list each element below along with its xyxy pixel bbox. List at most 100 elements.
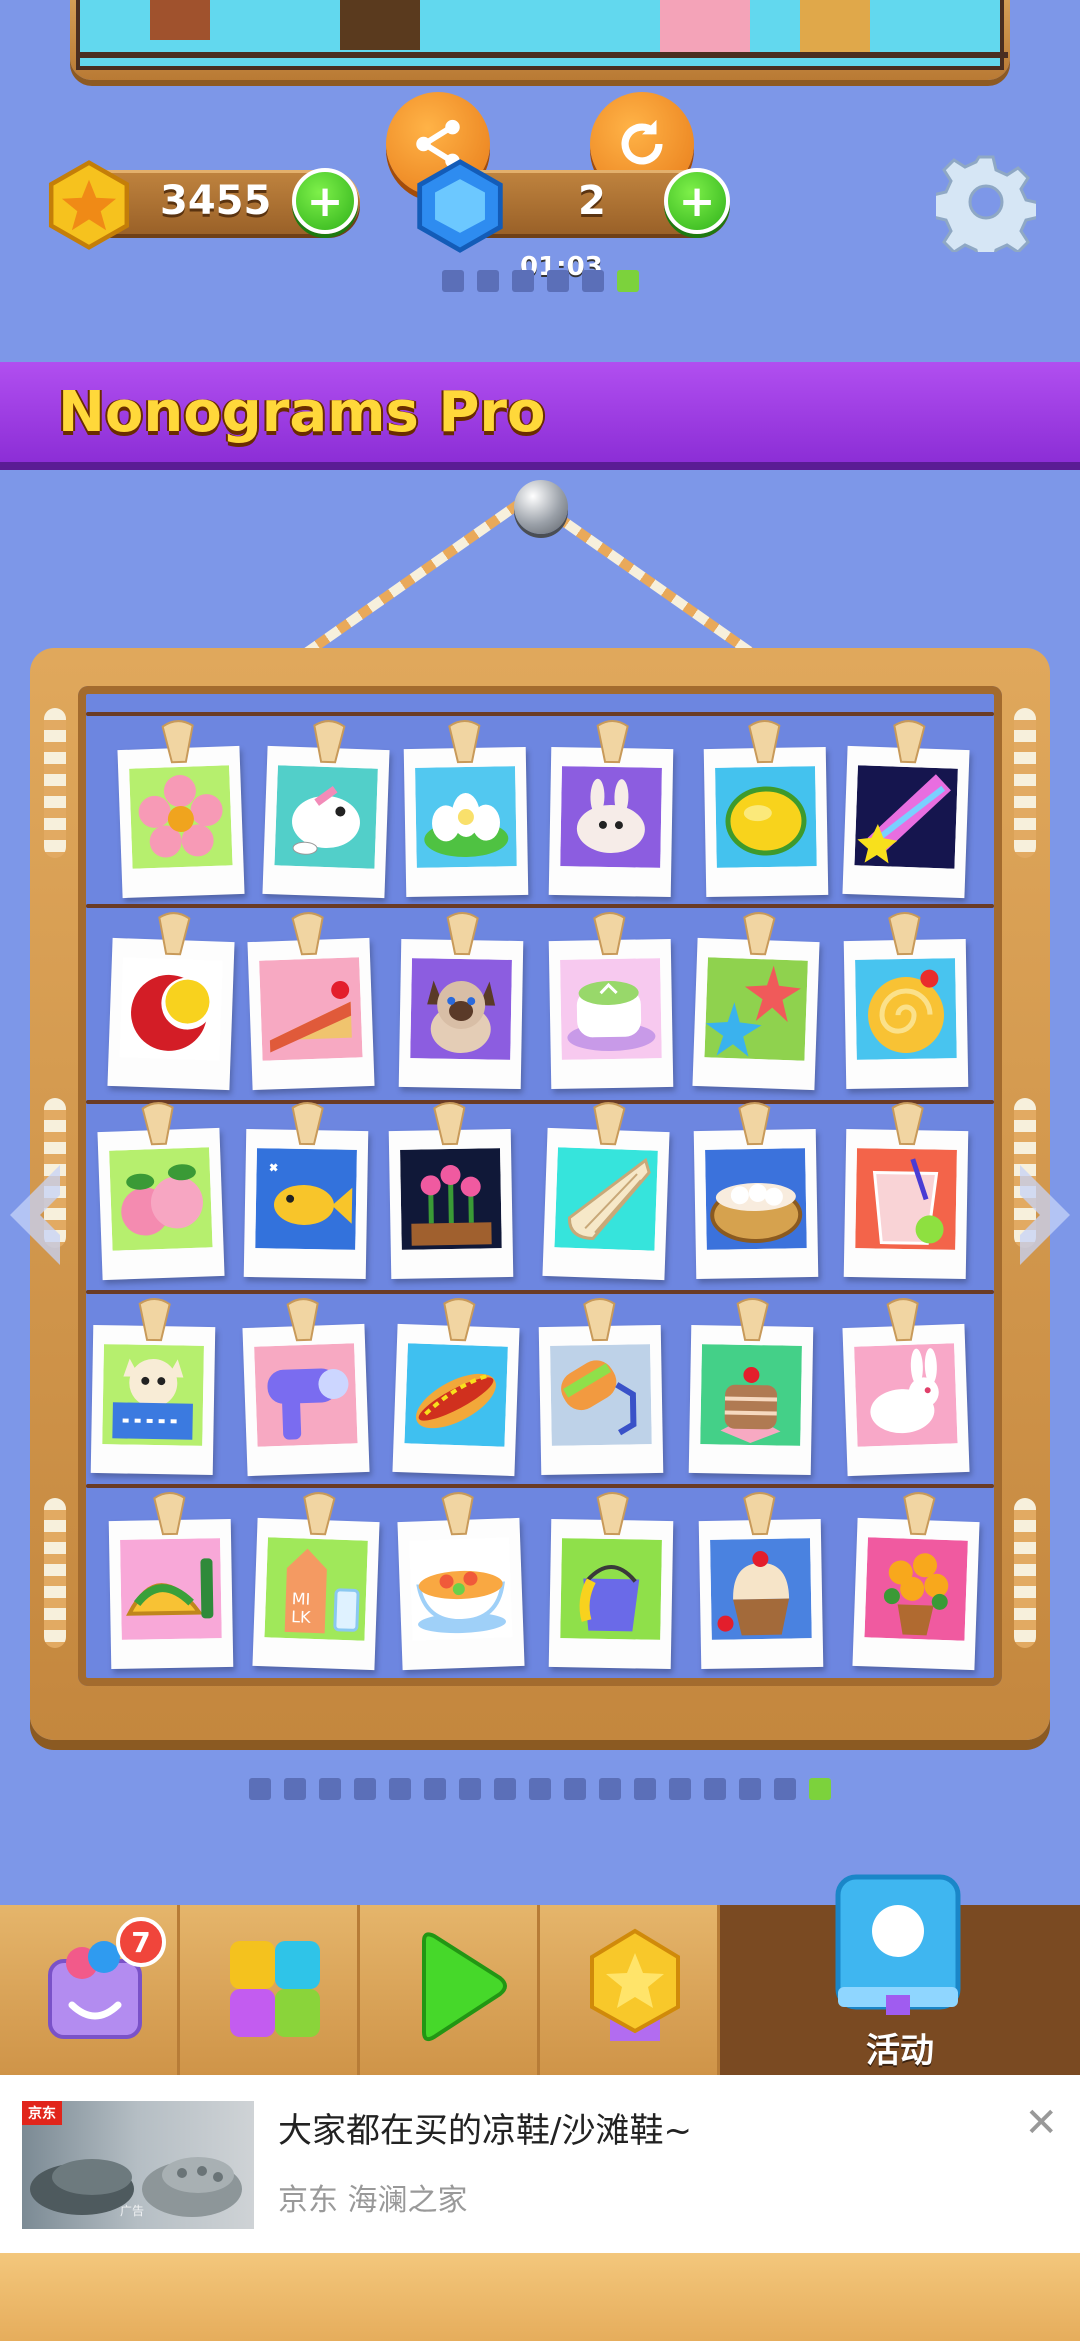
page-dot xyxy=(634,1778,656,1800)
nav-shop[interactable]: 7 xyxy=(0,1905,180,2075)
side-rope xyxy=(1014,1498,1036,1648)
puzzle-thumbnail xyxy=(252,1143,360,1255)
bird-icon xyxy=(274,765,378,869)
puzzle-card-lotus[interactable] xyxy=(403,720,529,898)
puzzle-card-starfish[interactable] xyxy=(692,912,820,1091)
puzzle-card-layer-cake[interactable] xyxy=(688,1298,814,1476)
bunny-icon xyxy=(854,1343,958,1447)
ad-banner[interactable]: 京东 广告 大家都在买的凉鞋/沙滩鞋~ 京东 海澜之家 ✕ xyxy=(0,2075,1080,2253)
puzzle-thumbnail xyxy=(557,761,665,873)
clothespin-icon xyxy=(903,1492,936,1536)
progress-dot xyxy=(476,270,499,292)
puzzle-card-flower[interactable] xyxy=(117,720,245,899)
puzzle-card-noodle-bowl[interactable] xyxy=(397,1492,525,1671)
current-puzzle-canvas[interactable] xyxy=(76,0,1008,70)
lemonade-icon xyxy=(855,1148,957,1250)
puzzle-card-cake-slice[interactable] xyxy=(247,912,375,1091)
puzzle-card-lemonade[interactable] xyxy=(843,1102,969,1280)
puzzle-card-potted-flowers[interactable] xyxy=(852,1492,980,1671)
gems-value: 2 xyxy=(578,178,606,224)
page-dot xyxy=(249,1778,271,1800)
puzzle-card-shooting-star[interactable] xyxy=(842,720,970,899)
coins-value: 3455 xyxy=(160,178,272,224)
ad-close-icon[interactable]: ✕ xyxy=(1024,2103,1058,2143)
puzzle-card-paint-roller[interactable] xyxy=(538,1298,664,1476)
side-rope xyxy=(44,1498,66,1648)
page-dot xyxy=(704,1778,726,1800)
restart-icon xyxy=(621,119,663,165)
puzzle-thumbnail xyxy=(701,952,811,1066)
puzzle-card-fish[interactable] xyxy=(243,1102,369,1280)
puzzle-card-latte[interactable] xyxy=(548,912,674,1090)
page-dot xyxy=(284,1778,306,1800)
next-page-arrow-icon[interactable] xyxy=(1010,1160,1080,1270)
puzzle-card-paint-bucket[interactable] xyxy=(548,1492,674,1670)
puzzle-thumbnail xyxy=(412,761,520,873)
puzzle-thumbnail xyxy=(852,1143,960,1255)
nav-play[interactable] xyxy=(360,1905,540,2075)
shooting-star-icon xyxy=(854,765,958,869)
banner-title: Nonograms Pro xyxy=(58,380,546,445)
puzzle-card-peach[interactable] xyxy=(97,1102,225,1281)
clothespin-icon xyxy=(743,912,776,956)
lemon-icon xyxy=(715,766,817,868)
nav-puzzle[interactable] xyxy=(180,1905,360,2075)
clothespin-icon xyxy=(748,720,781,764)
page-dot xyxy=(529,1778,551,1800)
star-medal-icon xyxy=(590,1928,680,2041)
puzzle-card-cupcake[interactable] xyxy=(698,1492,824,1670)
puzzle-card-steamed-buns[interactable] xyxy=(693,1102,819,1280)
page-dot xyxy=(564,1778,586,1800)
settings-gear-icon[interactable] xyxy=(936,152,1036,252)
cat-icon xyxy=(410,958,512,1060)
page-dot xyxy=(319,1778,341,1800)
add-coins-button[interactable]: + xyxy=(292,168,358,234)
puzzle-thumbnail xyxy=(557,953,665,1065)
puzzle-thumbnail xyxy=(712,761,820,873)
clothespin-icon xyxy=(441,1492,474,1536)
puzzle-thumbnail xyxy=(401,1338,511,1452)
puzzle-thumbnail xyxy=(117,1533,225,1645)
previous-page-arrow-icon[interactable] xyxy=(0,1160,70,1270)
clothespin-icon xyxy=(161,720,194,764)
puzzle-thumbnail xyxy=(852,953,960,1065)
puzzle-card-tulips[interactable] xyxy=(388,1102,514,1280)
puzzle-thumbnail xyxy=(256,952,366,1066)
puzzle-card-lemon[interactable] xyxy=(703,720,829,898)
puzzle-thumbnail xyxy=(557,1533,665,1645)
puzzle-card-swiss-roll[interactable] xyxy=(843,912,969,1090)
page-dot xyxy=(389,1778,411,1800)
puzzle-card-milk[interactable]: MI LK xyxy=(252,1492,380,1671)
puzzle-card-hot-dog[interactable] xyxy=(392,1298,520,1477)
puzzle-card-moon[interactable] xyxy=(107,912,235,1091)
svg-text:LK: LK xyxy=(291,1607,312,1627)
ad-image[interactable]: 京东 广告 xyxy=(22,2101,254,2229)
puzzle-card-rabbit[interactable] xyxy=(548,720,674,898)
puzzle-card-bird[interactable] xyxy=(262,720,390,899)
puzzle-card-cat-in-basket[interactable] xyxy=(90,1298,216,1476)
paint-roller-icon xyxy=(550,1344,652,1446)
clothespin-icon xyxy=(433,1102,466,1146)
layer-cake-icon xyxy=(700,1344,802,1446)
puzzle-card-hair-dryer[interactable] xyxy=(242,1298,370,1477)
puzzle-card-seashell[interactable] xyxy=(542,1102,670,1281)
ad-subtitle: 京东 海澜之家 xyxy=(278,2183,468,2218)
puzzle-thumbnail xyxy=(397,1143,505,1255)
add-gems-button[interactable]: + xyxy=(664,168,730,234)
shop-badge: 7 xyxy=(116,1917,166,1967)
puzzle-thumbnail xyxy=(126,760,236,874)
puzzle-card-cat[interactable] xyxy=(398,912,524,1090)
puzzle-card-taco[interactable] xyxy=(108,1492,234,1670)
progress-dot xyxy=(546,270,569,292)
nav-achievements[interactable] xyxy=(540,1905,720,2075)
swiss-roll-icon xyxy=(855,958,957,1060)
clothespin-icon xyxy=(888,912,921,956)
nav-events[interactable]: 活动 xyxy=(720,1874,1080,2075)
gem-icon xyxy=(417,159,503,253)
page-dot xyxy=(669,1778,691,1800)
clothespin-icon xyxy=(893,720,926,764)
ad-title[interactable]: 大家都在买的凉鞋/沙滩鞋~ xyxy=(278,2103,692,2152)
hanging-rope-left xyxy=(303,488,539,658)
clothespin-icon xyxy=(738,1102,771,1146)
puzzle-card-bunny[interactable] xyxy=(842,1298,970,1477)
